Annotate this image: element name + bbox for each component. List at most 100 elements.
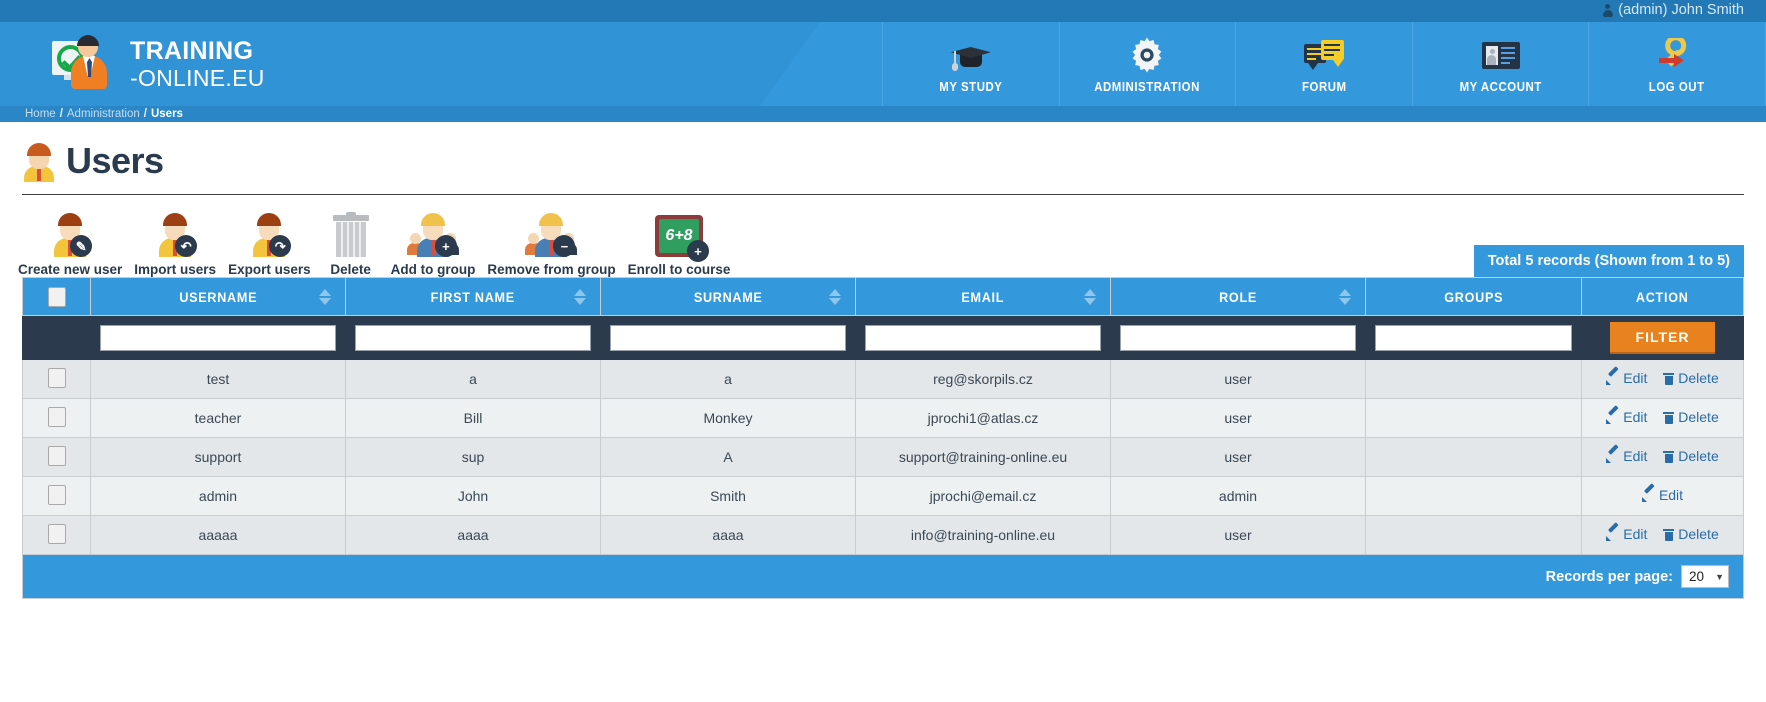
current-user-indicator[interactable]: (admin) John Smith <box>1602 2 1744 18</box>
edit-link[interactable]: Edit <box>1606 409 1647 425</box>
toolbar-label-delete: Delete <box>330 262 371 277</box>
toolbar-add-to-group[interactable]: + Add to group <box>385 209 482 277</box>
filter-cell-firstname <box>345 315 601 360</box>
filter-input-groups[interactable] <box>1375 324 1572 351</box>
table-row[interactable]: support sup A support@training-online.eu… <box>22 437 1744 477</box>
column-label-surname: SURNAME <box>693 288 763 305</box>
toolbar-label-remove-from-group: Remove from group <box>487 262 616 277</box>
sort-firstname-icon[interactable] <box>574 288 586 305</box>
breadcrumb-administration[interactable]: Administration <box>67 108 140 120</box>
toolbar-export-users[interactable]: ↷ Export users <box>222 209 317 277</box>
pencil-icon <box>1641 489 1655 502</box>
user-import-icon: ↶ <box>147 209 203 257</box>
column-header-role: ROLE <box>1110 277 1366 316</box>
delete-link[interactable]: Delete <box>1663 526 1719 543</box>
course-enroll-icon: 6+8 + <box>651 209 709 262</box>
sort-username-icon[interactable] <box>319 288 331 305</box>
filter-input-surname[interactable] <box>610 324 846 351</box>
user-avatar-icon <box>22 141 56 182</box>
toolbar-label-create-new-user: Create new user <box>18 262 123 277</box>
delete-label: Delete <box>1678 526 1719 543</box>
filter-cell-surname <box>600 315 856 360</box>
filter-input-firstname[interactable] <box>355 324 591 351</box>
cell-action: Edit Delete <box>1581 437 1744 477</box>
edit-label: Edit <box>1623 448 1648 465</box>
cell-username: support <box>90 437 346 477</box>
filter-cell-empty <box>22 315 91 360</box>
trash-icon <box>1663 528 1675 541</box>
toolbar-remove-from-group[interactable]: − Remove from group <box>481 209 621 277</box>
cell-surname: A <box>600 437 856 477</box>
filter-button[interactable]: FILTER <box>1609 321 1716 354</box>
filter-input-email[interactable] <box>865 324 1101 351</box>
breadcrumb-separator-2: / <box>143 108 147 120</box>
breadcrumb-separator-1: / <box>59 108 63 120</box>
person-icon <box>1602 3 1613 17</box>
cell-username: aaaaa <box>90 515 346 555</box>
sort-surname-icon[interactable] <box>829 288 841 305</box>
site-header: TRAINING -ONLINE.EU MY STUDY ADMINISTRAT… <box>0 22 1766 106</box>
table-row[interactable]: teacher Bill Monkey jprochi1@atlas.cz us… <box>22 398 1744 438</box>
nav-item-my-study[interactable]: MY STUDY <box>882 22 1059 106</box>
edit-label: Edit <box>1623 526 1648 543</box>
cell-firstname: a <box>345 359 601 399</box>
row-checkbox[interactable] <box>47 445 66 466</box>
delete-link[interactable]: Delete <box>1663 370 1719 387</box>
edit-link[interactable]: Edit <box>1606 448 1647 464</box>
brand-logo[interactable]: TRAINING -ONLINE.EU <box>0 22 882 106</box>
nav-item-my-account[interactable]: MY ACCOUNT <box>1411 22 1589 106</box>
cell-email: info@training-online.eu <box>855 515 1111 555</box>
delete-label: Delete <box>1678 370 1719 387</box>
edit-label: Edit <box>1623 409 1648 426</box>
row-checkbox[interactable] <box>47 484 66 505</box>
filter-input-username[interactable] <box>100 324 336 351</box>
edit-link[interactable]: Edit <box>1606 370 1647 386</box>
select-all-checkbox[interactable] <box>47 286 66 307</box>
table-row[interactable]: aaaaa aaaa aaaa info@training-online.eu … <box>22 515 1744 555</box>
cell-firstname: sup <box>345 437 601 477</box>
filter-cell-username <box>90 315 346 360</box>
column-label-groups: GROUPS <box>1444 288 1503 305</box>
toolbar-delete[interactable]: Delete <box>317 209 385 277</box>
main-navigation: MY STUDY ADMINISTRATION FORUM MY ACCOUNT… <box>882 22 1766 106</box>
row-select-cell <box>22 398 91 438</box>
nav-item-forum[interactable]: FORUM <box>1235 22 1412 106</box>
cell-role: user <box>1110 437 1366 477</box>
cell-groups <box>1365 359 1582 399</box>
records-per-page-select[interactable]: 20 ▼ <box>1681 565 1729 588</box>
nav-label-log-out: LOG OUT <box>1649 79 1706 94</box>
filter-input-role[interactable] <box>1120 324 1356 351</box>
toolbar-label-add-to-group: Add to group <box>390 262 476 277</box>
nav-item-log-out[interactable]: LOG OUT <box>1588 22 1766 106</box>
cell-surname: a <box>600 359 856 399</box>
toolbar-enroll-to-course[interactable]: 6+8 + Enroll to course <box>622 209 737 277</box>
sort-email-icon[interactable] <box>1084 288 1096 305</box>
cell-username: test <box>90 359 346 399</box>
breadcrumb-home[interactable]: Home <box>25 108 56 120</box>
trash-icon <box>323 209 379 257</box>
row-checkbox[interactable] <box>47 523 66 544</box>
speech-bubbles-icon <box>1299 35 1349 75</box>
row-checkbox[interactable] <box>47 367 66 388</box>
records-per-page-label: Records per page: <box>1545 568 1673 585</box>
brand-line-2: -ONLINE.EU <box>130 64 265 91</box>
breadcrumb: Home / Administration / Users <box>0 106 1766 122</box>
training-online-logo-icon <box>52 35 118 93</box>
table-row[interactable]: test a a reg@skorpils.cz user Edit Delet… <box>22 359 1744 399</box>
table-row[interactable]: admin John Smith jprochi@email.cz admin … <box>22 476 1744 516</box>
nav-item-administration[interactable]: ADMINISTRATION <box>1058 22 1236 106</box>
delete-link[interactable]: Delete <box>1663 448 1719 464</box>
cell-surname: Smith <box>600 476 856 516</box>
edit-link[interactable]: Edit <box>1641 487 1683 503</box>
edit-link[interactable]: Edit <box>1606 526 1647 542</box>
toolbar-import-users[interactable]: ↶ Import users <box>128 209 222 277</box>
trash-icon <box>1663 372 1675 385</box>
delete-link[interactable]: Delete <box>1663 409 1719 425</box>
row-checkbox[interactable] <box>47 406 66 427</box>
nav-label-my-account: MY ACCOUNT <box>1459 79 1542 94</box>
users-table: USERNAME FIRST NAME SURNAME EMAIL ROLE G… <box>22 277 1744 555</box>
toolbar-create-new-user[interactable]: ✎ Create new user <box>12 209 128 277</box>
sort-role-icon[interactable] <box>1339 288 1351 305</box>
users-table-filter-row: FILTER <box>22 315 1744 360</box>
cell-action: Edit Delete <box>1581 359 1744 399</box>
